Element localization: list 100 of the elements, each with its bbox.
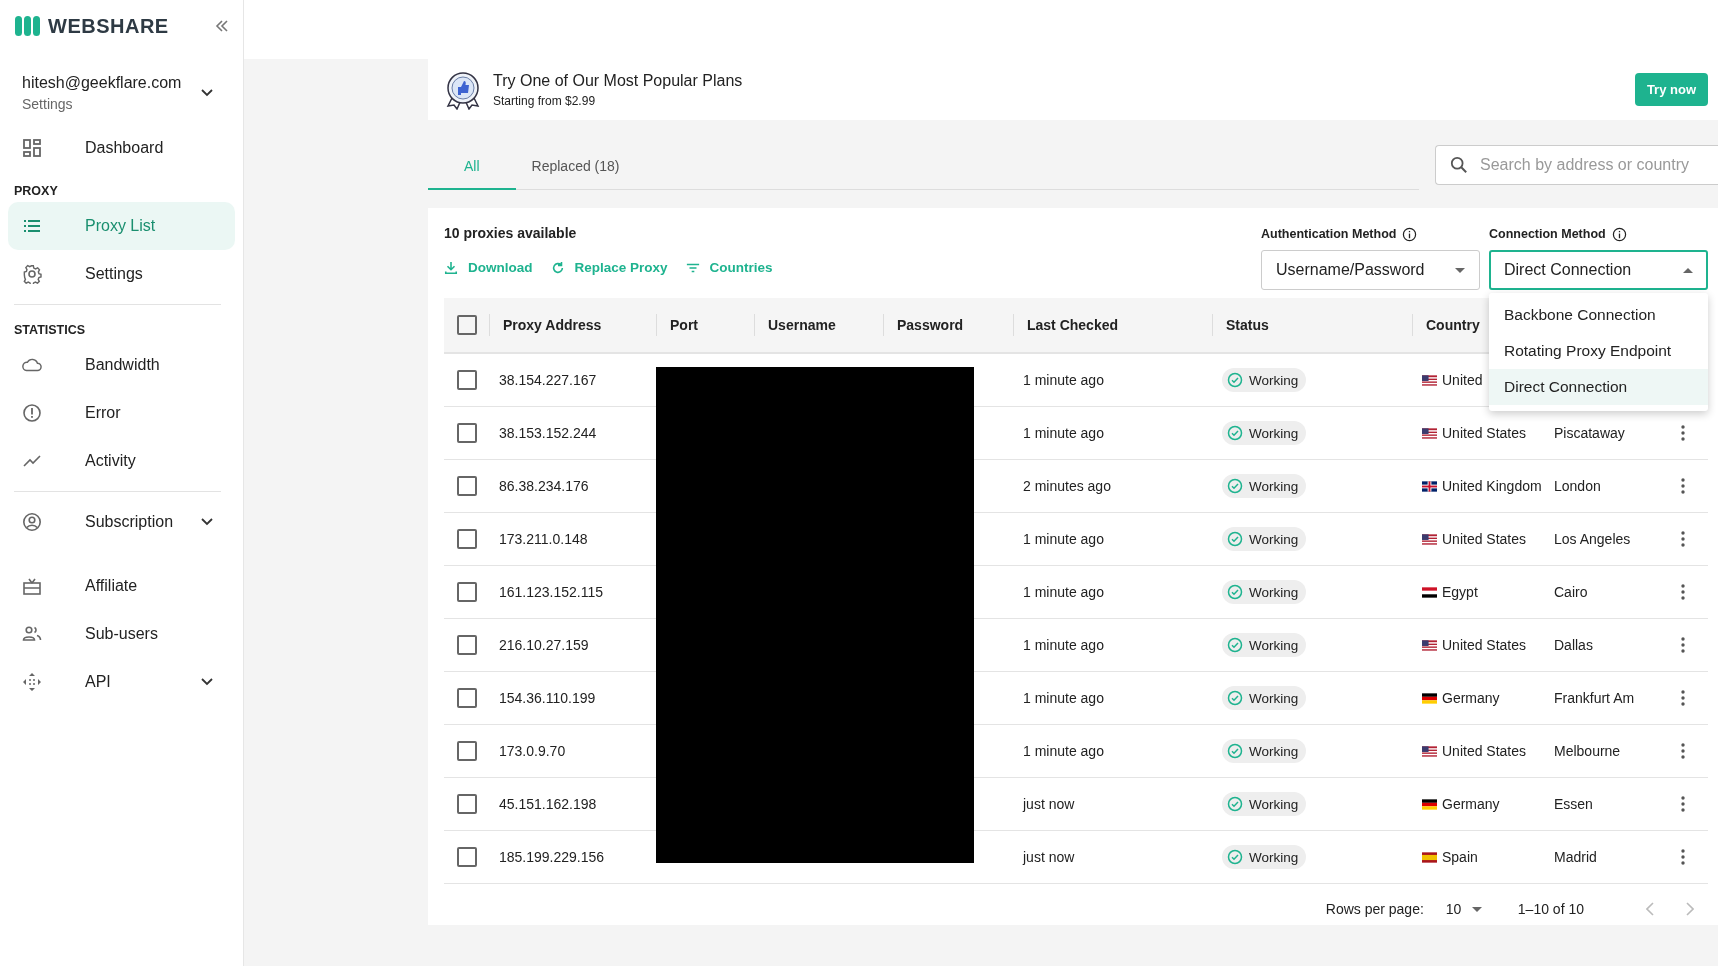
menu-option[interactable]: Rotating Proxy Endpoint — [1489, 333, 1708, 369]
status-chip: Working — [1222, 739, 1307, 763]
table-cell: 45.151.162.198 — [499, 796, 597, 812]
table-cell: 173.0.9.70 — [499, 743, 566, 759]
check-circle-icon — [1227, 584, 1243, 600]
more-options-icon[interactable] — [1681, 796, 1685, 812]
sidebar-item[interactable]: Sub-users — [8, 610, 235, 658]
table-cell: 216.10.27.159 — [499, 637, 589, 653]
account-menu[interactable]: hitesh@geekflare.com Settings — [8, 52, 235, 124]
table-cell: Germany — [1442, 796, 1500, 812]
gift-icon — [22, 576, 42, 596]
column-header: Proxy Address — [503, 317, 602, 333]
banner-title: Try One of Our Most Popular Plans — [493, 71, 743, 90]
table-cell: London — [1554, 478, 1601, 494]
status-chip: Working — [1222, 792, 1307, 816]
authentication-select[interactable]: Username/Password — [1261, 250, 1480, 290]
rows-per-page-select[interactable]: 10 — [1445, 901, 1482, 917]
column-header: Status — [1226, 317, 1269, 333]
check-circle-icon — [1227, 425, 1243, 441]
row-checkbox[interactable] — [456, 529, 477, 549]
table-cell: 38.154.227.167 — [499, 372, 597, 388]
refresh-icon — [550, 260, 565, 275]
column-header: Port — [670, 317, 698, 333]
more-options-icon[interactable] — [1681, 478, 1685, 494]
status-chip: Working — [1222, 845, 1307, 869]
menu-option[interactable]: Direct Connection — [1489, 369, 1708, 405]
row-checkbox[interactable] — [456, 476, 477, 496]
dashboard-icon — [22, 138, 42, 158]
status-chip: Working — [1222, 421, 1307, 445]
row-checkbox[interactable] — [456, 741, 477, 761]
table-cell: United States — [1442, 425, 1527, 441]
column-header: Country — [1426, 317, 1480, 333]
table-cell: United States — [1442, 531, 1527, 547]
info-icon — [1611, 226, 1627, 242]
sidebar-item[interactable]: Dashboard — [8, 124, 235, 172]
more-options-icon[interactable] — [1681, 531, 1685, 547]
more-options-icon[interactable] — [1681, 849, 1685, 865]
brand-name: WEBSHARE — [48, 14, 169, 38]
check-circle-icon — [1227, 743, 1243, 759]
more-options-icon[interactable] — [1681, 690, 1685, 706]
table-cell: 1 minute ago — [1023, 531, 1104, 547]
table-cell: 1 minute ago — [1023, 690, 1104, 706]
section-heading: PROXY — [13, 183, 59, 200]
collapse-icon[interactable] — [215, 20, 229, 32]
table-cell: 1 minute ago — [1023, 372, 1104, 388]
column-header: Last Checked — [1027, 317, 1119, 333]
sidebar-item[interactable]: Error — [8, 389, 235, 437]
user-circle-icon — [22, 512, 42, 532]
row-checkbox[interactable] — [456, 847, 477, 867]
sidebar-item[interactable]: Activity — [8, 437, 235, 485]
page-range: 1–10 of 10 — [1517, 901, 1584, 917]
select-all-checkbox[interactable] — [456, 315, 477, 335]
sidebar-item[interactable]: Bandwidth — [8, 341, 235, 389]
table-cell: United States — [1442, 743, 1527, 759]
row-checkbox[interactable] — [456, 582, 477, 602]
row-checkbox[interactable] — [456, 370, 477, 390]
settings-icon — [22, 264, 42, 284]
row-checkbox[interactable] — [456, 635, 477, 655]
sidebar-item[interactable]: Proxy List — [8, 202, 235, 250]
table-cell: Madrid — [1554, 849, 1597, 865]
row-checkbox[interactable] — [456, 423, 477, 443]
table-cell: Piscataway — [1554, 425, 1625, 441]
table-cell: 173.211.0.148 — [499, 531, 588, 547]
info-icon — [1402, 226, 1418, 242]
search-field[interactable]: Search by address or country — [1435, 145, 1718, 185]
row-checkbox[interactable] — [456, 794, 477, 814]
status-chip: Working — [1222, 686, 1307, 710]
field-label: Authentication Method — [1261, 227, 1397, 241]
table-cell: Spain — [1442, 849, 1478, 865]
table-cell: Egypt — [1442, 584, 1478, 600]
dropdown-arrow-icon — [1471, 906, 1482, 912]
connection-select[interactable]: Direct Connection — [1489, 250, 1708, 290]
menu-option[interactable]: Backbone Connection — [1489, 297, 1708, 333]
table-cell: Dallas — [1554, 637, 1593, 653]
people-icon — [22, 624, 42, 644]
table-cell: Germany — [1442, 690, 1500, 706]
dropdown-arrow-icon — [1683, 267, 1693, 273]
tab[interactable]: Replaced (18) — [515, 144, 656, 190]
table-cell: 86.38.234.176 — [499, 478, 589, 494]
row-checkbox[interactable] — [456, 688, 477, 708]
sidebar-item[interactable]: Affiliate — [8, 562, 235, 610]
column-header: Password — [897, 317, 964, 333]
account-email: hitesh@geekflare.com — [22, 74, 182, 92]
check-circle-icon — [1227, 478, 1243, 494]
more-options-icon[interactable] — [1681, 584, 1685, 600]
table-cell: Essen — [1554, 796, 1593, 812]
download-icon — [444, 260, 458, 275]
sidebar-item[interactable]: API — [8, 658, 235, 706]
table-cell: Frankfurt Am — [1554, 690, 1635, 706]
check-circle-icon — [1227, 372, 1243, 388]
more-options-icon[interactable] — [1681, 425, 1685, 441]
more-options-icon[interactable] — [1681, 743, 1685, 759]
sidebar-item[interactable]: Subscription — [8, 498, 235, 546]
search-icon — [1450, 156, 1468, 174]
sidebar-item[interactable]: Settings — [8, 250, 235, 298]
status-chip: Working — [1222, 633, 1307, 657]
status-chip: Working — [1222, 474, 1307, 498]
table-cell: United Kingdom — [1442, 478, 1542, 494]
more-options-icon[interactable] — [1681, 637, 1685, 653]
table-cell: just now — [1023, 849, 1075, 865]
